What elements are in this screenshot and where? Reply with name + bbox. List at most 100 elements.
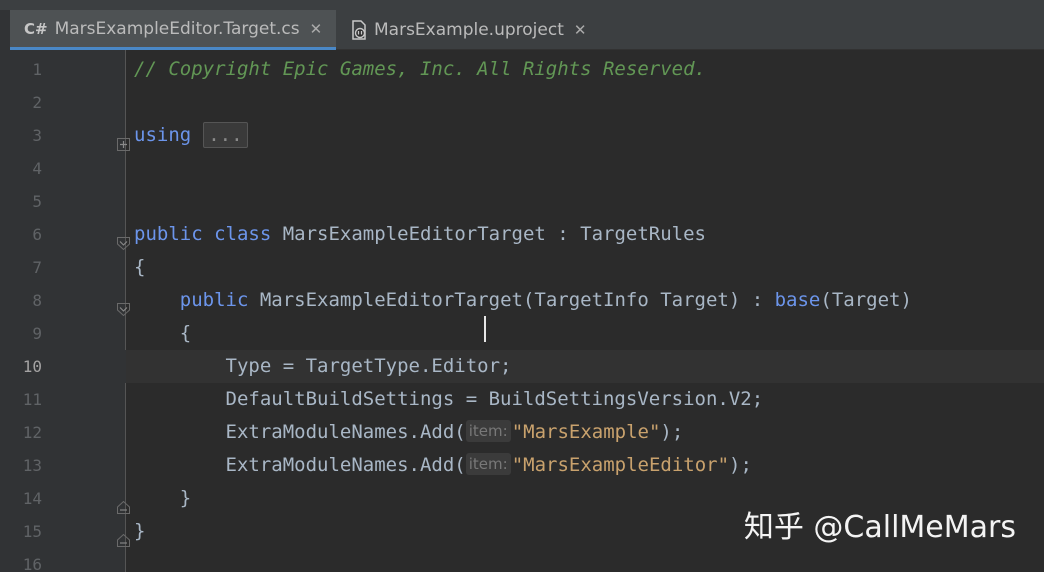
collapse-fold-icon[interactable] (117, 228, 130, 251)
code-token: Type = TargetType.Editor; (134, 355, 512, 377)
tool-window-strip (0, 10, 10, 572)
code-line[interactable]: 1 // Copyright Epic Games, Inc. All Right… (10, 53, 1044, 86)
code-token: public (134, 223, 203, 245)
line-number: 14 (22, 489, 42, 508)
code-text: public class MarsExampleEditorTarget : T… (134, 218, 706, 251)
code-text: public MarsExampleEditorTarget(TargetInf… (134, 284, 912, 317)
code-line[interactable]: 9 { (10, 317, 1044, 350)
line-number: 13 (22, 456, 42, 475)
gutter-cell: 15 (10, 515, 130, 548)
code-line[interactable]: 7{ (10, 251, 1044, 284)
code-token: MarsExampleEditorTarget(TargetInfo Targe… (248, 289, 775, 311)
code-token: "MarsExample" (511, 421, 661, 443)
gutter-cell: 13 (10, 449, 126, 482)
line-number: 12 (22, 423, 42, 442)
tab-marsexample-uproject[interactable]: MarsExample.uproject ✕ (336, 10, 606, 50)
gutter-cell: 4 (10, 152, 126, 185)
gutter-cell: 5 (10, 185, 126, 218)
code-line[interactable]: 11 DefaultBuildSettings = BuildSettingsV… (10, 383, 1044, 416)
code-token: } (134, 520, 146, 542)
text-caret (484, 316, 486, 342)
line-number: 9 (32, 324, 42, 343)
gutter-cell: 10 (10, 350, 126, 383)
close-icon[interactable]: ✕ (574, 21, 587, 39)
code-line[interactable]: 5 (10, 185, 1044, 218)
collapse-fold-icon[interactable] (117, 294, 130, 317)
tab-marsexampleeditor-target-cs[interactable]: C# MarsExampleEditor.Target.cs ✕ (10, 10, 336, 50)
code-text: } (134, 482, 191, 515)
tab-label: MarsExample.uproject (374, 20, 564, 40)
code-line[interactable]: 8 public MarsExampleEditorTarget(TargetI… (10, 284, 1044, 317)
parameter-hint: item: (465, 453, 511, 475)
csharp-icon: C# (24, 19, 48, 38)
gutter-cell: 3 (10, 119, 130, 152)
code-token: { (134, 256, 146, 278)
code-token: public (179, 289, 249, 311)
code-line[interactable]: 10 Type = TargetType.Editor; (10, 350, 1044, 383)
parameter-hint: item: (465, 420, 511, 442)
line-number: 7 (32, 258, 42, 277)
code-line[interactable]: 4 (10, 152, 1044, 185)
editor-tab-bar: C# MarsExampleEditor.Target.cs ✕ MarsExa… (10, 10, 1044, 50)
line-number: 10 (22, 357, 42, 376)
code-token: ); (729, 454, 752, 476)
collapse-fold-icon[interactable] (117, 525, 130, 547)
code-text: DefaultBuildSettings = BuildSettingsVers… (134, 383, 764, 416)
window-top-strip (0, 0, 1044, 10)
code-editor: C# MarsExampleEditor.Target.cs ✕ MarsExa… (0, 0, 1044, 572)
close-icon[interactable]: ✕ (310, 20, 323, 38)
code-token: } (134, 487, 192, 509)
code-token: base (774, 289, 821, 311)
code-line[interactable]: 3 using... (10, 119, 1044, 152)
code-token: ); (660, 421, 684, 443)
code-text: // Copyright Epic Games, Inc. All Rights… (134, 53, 706, 86)
code-token: { (134, 322, 192, 344)
line-number: 5 (32, 192, 42, 211)
collapse-fold-icon[interactable] (117, 492, 130, 514)
gutter-cell: 16 (10, 548, 126, 572)
code-line[interactable]: 6 public class MarsExampleEditorTarget : … (10, 218, 1044, 251)
gutter-cell: 6 (10, 218, 130, 251)
code-token: DefaultBuildSettings = BuildSettingsVers… (134, 388, 764, 410)
line-number: 15 (22, 522, 42, 541)
line-number: 1 (32, 60, 42, 79)
code-line[interactable]: 2 (10, 86, 1044, 119)
gutter-cell: 11 (10, 383, 126, 416)
line-number: 16 (22, 555, 42, 572)
gutter-cell: 14 (10, 482, 130, 515)
gutter-cell: 12 (10, 416, 126, 449)
code-line[interactable]: 16 (10, 548, 1044, 572)
code-text: using... (134, 119, 248, 152)
code-line[interactable]: 13 ExtraModuleNames.Add(item: "MarsExampl… (10, 449, 1044, 482)
code-token: class (214, 223, 272, 245)
code-token: "MarsExampleEditor" (511, 454, 730, 476)
gutter-cell: 8 (10, 284, 130, 317)
code-text: Type = TargetType.Editor; (134, 350, 512, 383)
tab-label: MarsExampleEditor.Target.cs (54, 18, 300, 39)
line-number: 6 (32, 225, 42, 244)
gutter-cell: 2 (10, 86, 126, 119)
code-text: { (134, 317, 191, 350)
gutter-cell: 7 (10, 251, 126, 284)
expand-fold-icon[interactable] (117, 129, 130, 151)
gutter-cell: 9 (10, 317, 126, 350)
code-text: ExtraModuleNames.Add(item: "MarsExampleEd… (134, 449, 752, 482)
code-token: MarsExampleEditorTarget : TargetRules (271, 223, 706, 245)
uproject-file-icon (352, 20, 366, 40)
gutter-cell: 1 (10, 53, 126, 86)
folded-code-placeholder[interactable]: ... (203, 122, 248, 148)
line-number: 4 (32, 159, 42, 178)
line-number: 11 (22, 390, 42, 409)
code-line[interactable]: 12 ExtraModuleNames.Add(item: "MarsExampl… (10, 416, 1044, 449)
code-text: ExtraModuleNames.Add(item: "MarsExample")… (134, 416, 683, 449)
code-text: { (134, 251, 145, 284)
code-token: // Copyright Epic Games, Inc. All Rights… (134, 58, 706, 80)
watermark: 知乎 @CallMeMars (743, 510, 1016, 545)
code-text: } (134, 515, 145, 548)
code-token: ExtraModuleNames.Add( (134, 421, 466, 443)
line-number: 8 (32, 291, 42, 310)
code-token: using (134, 124, 192, 146)
line-number: 2 (32, 93, 42, 112)
